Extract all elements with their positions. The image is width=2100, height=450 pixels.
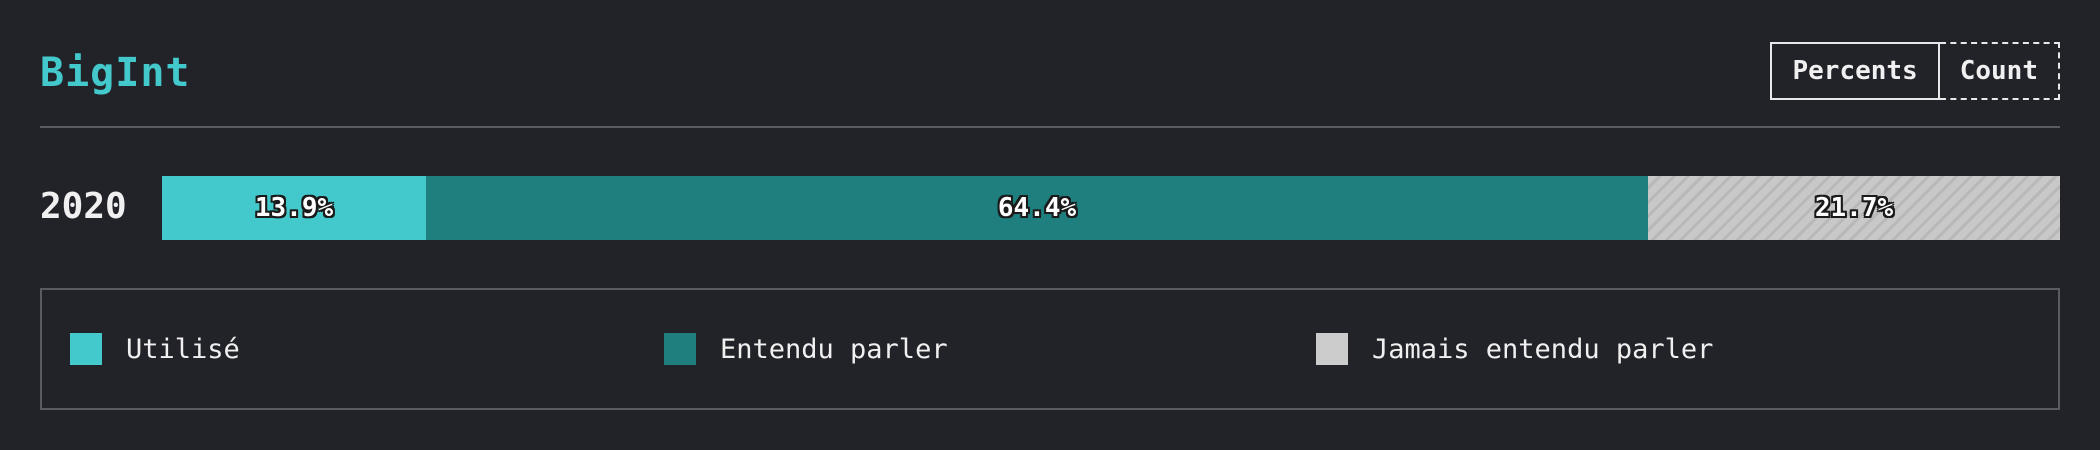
legend-swatch-heard — [664, 333, 696, 365]
legend-label-used: Utilisé — [126, 333, 240, 365]
legend-swatch-never — [1316, 333, 1348, 365]
count-button[interactable]: Count — [1939, 42, 2060, 100]
bar-segment-never: 21.7% — [1648, 176, 2060, 240]
chart-title: BigInt — [40, 50, 191, 96]
legend-label-never: Jamais entendu parler — [1372, 333, 1714, 365]
units-toggle: Percents Count — [1770, 42, 2060, 102]
chart-row-2020: 2020 13.9% 64.4% 21.7% — [40, 176, 2060, 240]
legend-label-heard: Entendu parler — [720, 333, 948, 365]
bar-segment-heard: 64.4% — [426, 176, 1648, 240]
percents-button[interactable]: Percents — [1770, 42, 1940, 100]
chart-legend: Utilisé Entendu parler Jamais entendu pa… — [40, 288, 2060, 410]
legend-swatch-used — [70, 333, 102, 365]
legend-item-used: Utilisé — [70, 332, 240, 366]
legend-item-heard: Entendu parler — [664, 332, 948, 366]
chart-header: BigInt Percents Count — [40, 40, 2060, 106]
bar-segment-used: 13.9% — [162, 176, 426, 240]
bar-label-heard: 64.4% — [997, 193, 1077, 223]
legend-item-never: Jamais entendu parler — [1316, 332, 1713, 366]
header-divider — [40, 126, 2060, 128]
bar-label-used: 13.9% — [254, 193, 334, 223]
row-year-label: 2020 — [40, 186, 127, 227]
bar-label-never: 21.7% — [1814, 193, 1894, 223]
stacked-bar: 13.9% 64.4% 21.7% — [162, 176, 2060, 240]
